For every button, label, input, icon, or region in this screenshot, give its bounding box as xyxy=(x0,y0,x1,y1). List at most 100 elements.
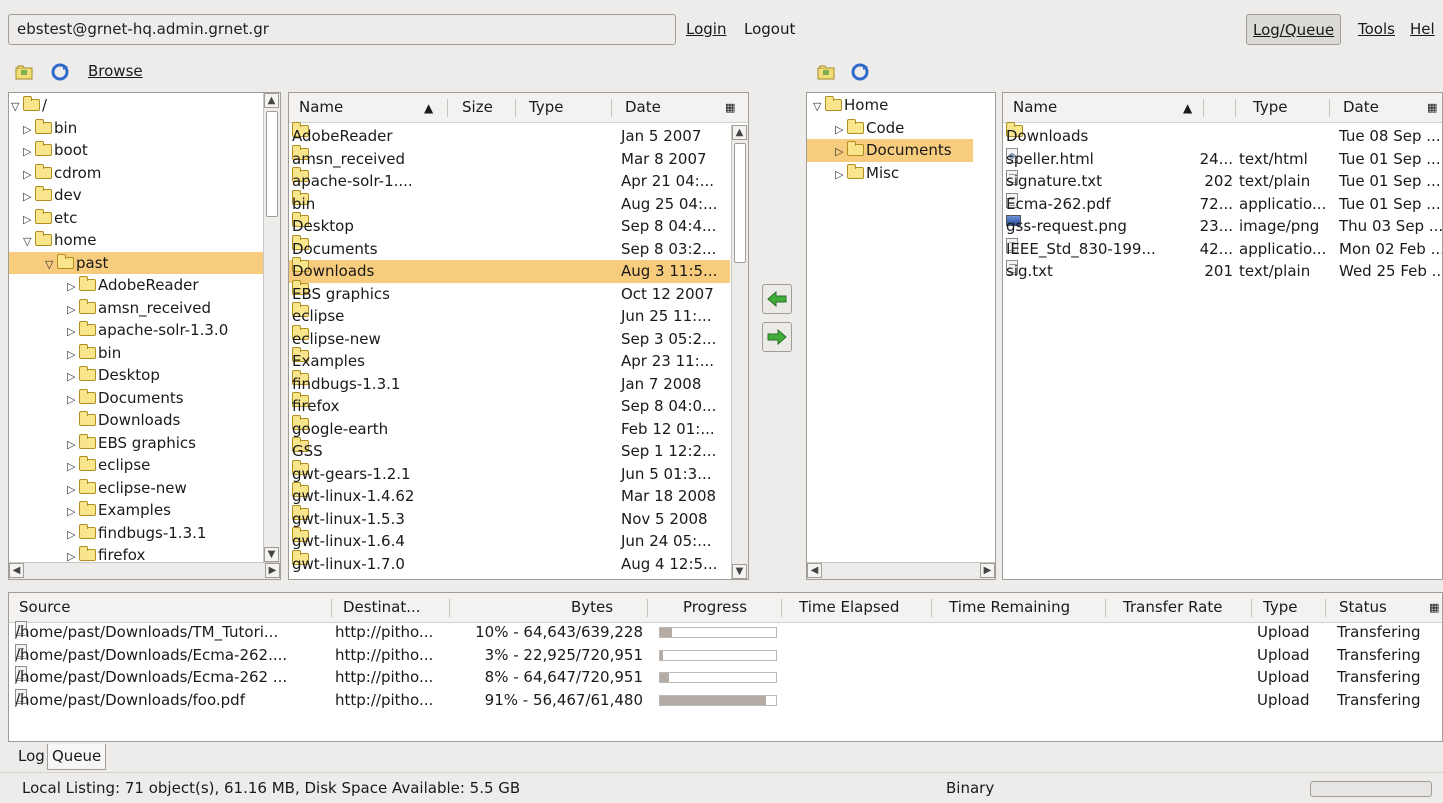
col-date[interactable]: Date xyxy=(625,98,661,116)
scroll-left-icon[interactable]: ◀ xyxy=(807,563,822,578)
scroll-thumb[interactable] xyxy=(734,143,746,263)
columns-icon[interactable]: ▦ xyxy=(1427,101,1437,114)
file-row[interactable]: sig.txt 201 text/plain Wed 25 Feb ... xyxy=(1003,260,1442,283)
collapsed-triangle-icon[interactable]: ▷ xyxy=(23,164,35,186)
queue-row[interactable]: /home/past/Downloads/TM_Tutori... http://… xyxy=(9,621,1442,644)
remote-folder-tree[interactable]: ▽ Home ▷ Code ▷ Documents ▷ Misc ◀ ▶ xyxy=(806,92,996,580)
expanded-triangle-icon[interactable]: ▽ xyxy=(11,96,23,118)
file-row[interactable]: google-earth Feb 12 01:... xyxy=(289,414,730,441)
local-tree-item[interactable]: ▷ dev xyxy=(9,184,280,207)
file-row[interactable]: gwt-linux-1.6.4 Jun 24 05:... xyxy=(289,527,730,553)
local-tree-item[interactable]: ▷ etc xyxy=(9,207,280,230)
logqueue-toggle[interactable]: Log/Queue xyxy=(1246,14,1342,45)
expanded-triangle-icon[interactable]: ▽ xyxy=(23,231,35,253)
scroll-up-icon[interactable]: ▲ xyxy=(732,125,747,140)
col-elapsed[interactable]: Time Elapsed xyxy=(799,598,899,616)
queue-row[interactable]: /home/past/Downloads/foo.pdf http://pitho… xyxy=(9,688,1442,712)
col-type[interactable]: Type xyxy=(1263,598,1297,616)
file-row[interactable]: eclipse Jun 25 11:... xyxy=(289,302,730,328)
file-row[interactable]: AdobeReader Jan 5 2007 xyxy=(289,122,730,148)
local-home-button[interactable] xyxy=(14,62,34,82)
local-tree-item[interactable]: ▷ Examples xyxy=(9,499,280,522)
file-row[interactable]: gwt-gears-1.2.1 Jun 5 01:3... xyxy=(289,459,730,486)
collapsed-triangle-icon[interactable]: ▷ xyxy=(67,434,79,456)
browse-button[interactable]: Browse xyxy=(88,62,143,80)
local-tree-item[interactable]: ▽ past xyxy=(9,251,280,274)
col-destination[interactable]: Destinat... xyxy=(343,598,421,616)
scroll-right-icon[interactable]: ▶ xyxy=(265,563,280,578)
col-bytes[interactable]: Bytes xyxy=(571,598,613,616)
col-type[interactable]: Type xyxy=(529,98,563,116)
collapsed-triangle-icon[interactable]: ▷ xyxy=(67,389,79,411)
collapsed-triangle-icon[interactable]: ▷ xyxy=(67,321,79,343)
col-type[interactable]: Type xyxy=(1253,98,1287,116)
local-folder-tree[interactable]: ▽ / ▷ bin ▷ boot ▷ cdrom ▷ dev ▷ etc ▽ home ▽ past ▷ Adob… xyxy=(8,92,281,580)
local-tree-item[interactable]: ▷ apache-solr-1.3.0 xyxy=(9,319,280,342)
collapsed-triangle-icon[interactable]: ▷ xyxy=(67,299,79,321)
scroll-right-icon[interactable]: ▶ xyxy=(980,563,995,578)
file-row[interactable]: apache-solr-1.... Apr 21 04:... xyxy=(289,167,730,193)
col-name[interactable]: Name xyxy=(299,98,343,116)
collapsed-triangle-icon[interactable]: ▷ xyxy=(67,276,79,298)
file-row[interactable]: gwt-linux-1.4.62 Mar 18 2008 xyxy=(289,482,730,508)
file-row[interactable]: signature.txt 202 text/plain Tue 01 Sep ... xyxy=(1003,170,1442,193)
collapsed-triangle-icon[interactable]: ▷ xyxy=(67,479,79,501)
col-progress[interactable]: Progress xyxy=(683,598,747,616)
col-status[interactable]: Status xyxy=(1339,598,1387,616)
local-tree-vscroll[interactable]: ▲ ▼ xyxy=(263,93,280,562)
file-row[interactable]: IEEE_Std_830-199... 42... applicatio... Mon… xyxy=(1003,237,1442,261)
local-tree-item[interactable]: ▷ AdobeReader xyxy=(9,274,280,297)
file-row[interactable]: Downloads Tue 08 Sep ... xyxy=(1003,122,1442,148)
scroll-down-icon[interactable]: ▼ xyxy=(264,547,279,562)
collapsed-triangle-icon[interactable]: ▷ xyxy=(23,119,35,141)
scroll-thumb[interactable] xyxy=(266,111,278,217)
local-tree-item[interactable]: ▷ amsn_received xyxy=(9,297,280,320)
file-row[interactable]: Downloads Aug 3 11:5... xyxy=(289,257,730,283)
file-row[interactable]: speller.html 24... text/html Tue 01 Sep ... xyxy=(1003,147,1442,171)
file-row[interactable]: GSS Sep 1 12:2... xyxy=(289,437,730,463)
col-source[interactable]: Source xyxy=(19,598,71,616)
col-name[interactable]: Name xyxy=(1013,98,1057,116)
remote-tree-item[interactable]: ▽ Home xyxy=(807,94,995,117)
tab-queue[interactable]: Queue xyxy=(47,744,107,770)
remote-home-button[interactable] xyxy=(816,62,836,82)
local-tree-item[interactable]: ▷ boot xyxy=(9,139,280,162)
local-tree-item[interactable]: ▷ findbugs-1.3.1 xyxy=(9,522,280,545)
local-tree-hscroll[interactable]: ◀ ▶ xyxy=(9,562,280,579)
expanded-triangle-icon[interactable]: ▽ xyxy=(813,96,825,118)
queue-row[interactable]: /home/past/Downloads/Ecma-262 ... http://… xyxy=(9,666,1442,689)
local-tree-item[interactable]: ▷ eclipse-new xyxy=(9,477,280,500)
collapsed-triangle-icon[interactable]: ▷ xyxy=(835,164,847,186)
local-tree-item[interactable]: ▷ eclipse xyxy=(9,454,280,477)
columns-icon[interactable]: ▦ xyxy=(725,101,735,114)
file-row[interactable]: amsn_received Mar 8 2007 xyxy=(289,144,730,171)
scroll-down-icon[interactable]: ▼ xyxy=(732,564,747,579)
local-refresh-button[interactable] xyxy=(50,62,70,82)
transfer-queue[interactable]: Source Destinat... Bytes Progress Time E… xyxy=(8,592,1443,742)
file-row[interactable]: eclipse-new Sep 3 05:2... xyxy=(289,324,730,351)
local-tree-item[interactable]: ▷ Documents xyxy=(9,387,280,410)
collapsed-triangle-icon[interactable]: ▷ xyxy=(23,186,35,208)
columns-icon[interactable]: ▦ xyxy=(1429,601,1439,614)
col-rate[interactable]: Transfer Rate xyxy=(1123,598,1222,616)
logout-button[interactable]: Logout xyxy=(738,14,801,45)
local-tree-item[interactable]: ▷ bin xyxy=(9,117,280,140)
collapsed-triangle-icon[interactable]: ▷ xyxy=(67,366,79,388)
collapsed-triangle-icon[interactable]: ▷ xyxy=(67,344,79,366)
account-field[interactable]: ebstest@grnet-hq.admin.grnet.gr xyxy=(8,14,676,45)
help-menu[interactable]: Hel xyxy=(1404,14,1441,45)
file-row[interactable]: gwt-linux-1.7.0 Aug 4 12:5... xyxy=(289,549,730,576)
local-tree-item[interactable]: ▷ cdrom xyxy=(9,162,280,185)
local-tree-item[interactable]: Downloads xyxy=(9,409,280,432)
file-row[interactable]: EBS graphics Oct 12 2007 xyxy=(289,279,730,306)
file-row[interactable]: firefox Sep 8 04:0... xyxy=(289,392,730,418)
local-list-vscroll[interactable]: ▲ ▼ xyxy=(731,125,748,579)
scroll-up-icon[interactable]: ▲ xyxy=(264,93,279,108)
tab-log[interactable]: Log xyxy=(14,744,49,770)
col-remaining[interactable]: Time Remaining xyxy=(949,598,1070,616)
scroll-left-icon[interactable]: ◀ xyxy=(9,563,24,578)
file-row[interactable]: findbugs-1.3.1 Jan 7 2008 xyxy=(289,369,730,396)
col-size[interactable]: Size xyxy=(462,98,493,116)
remote-file-list[interactable]: Name ▲ Type Date ▦ Downloads Tue 08 Sep .… xyxy=(1002,92,1443,580)
file-row[interactable]: gwt-linux-1.5.3 Nov 5 2008 xyxy=(289,504,730,531)
